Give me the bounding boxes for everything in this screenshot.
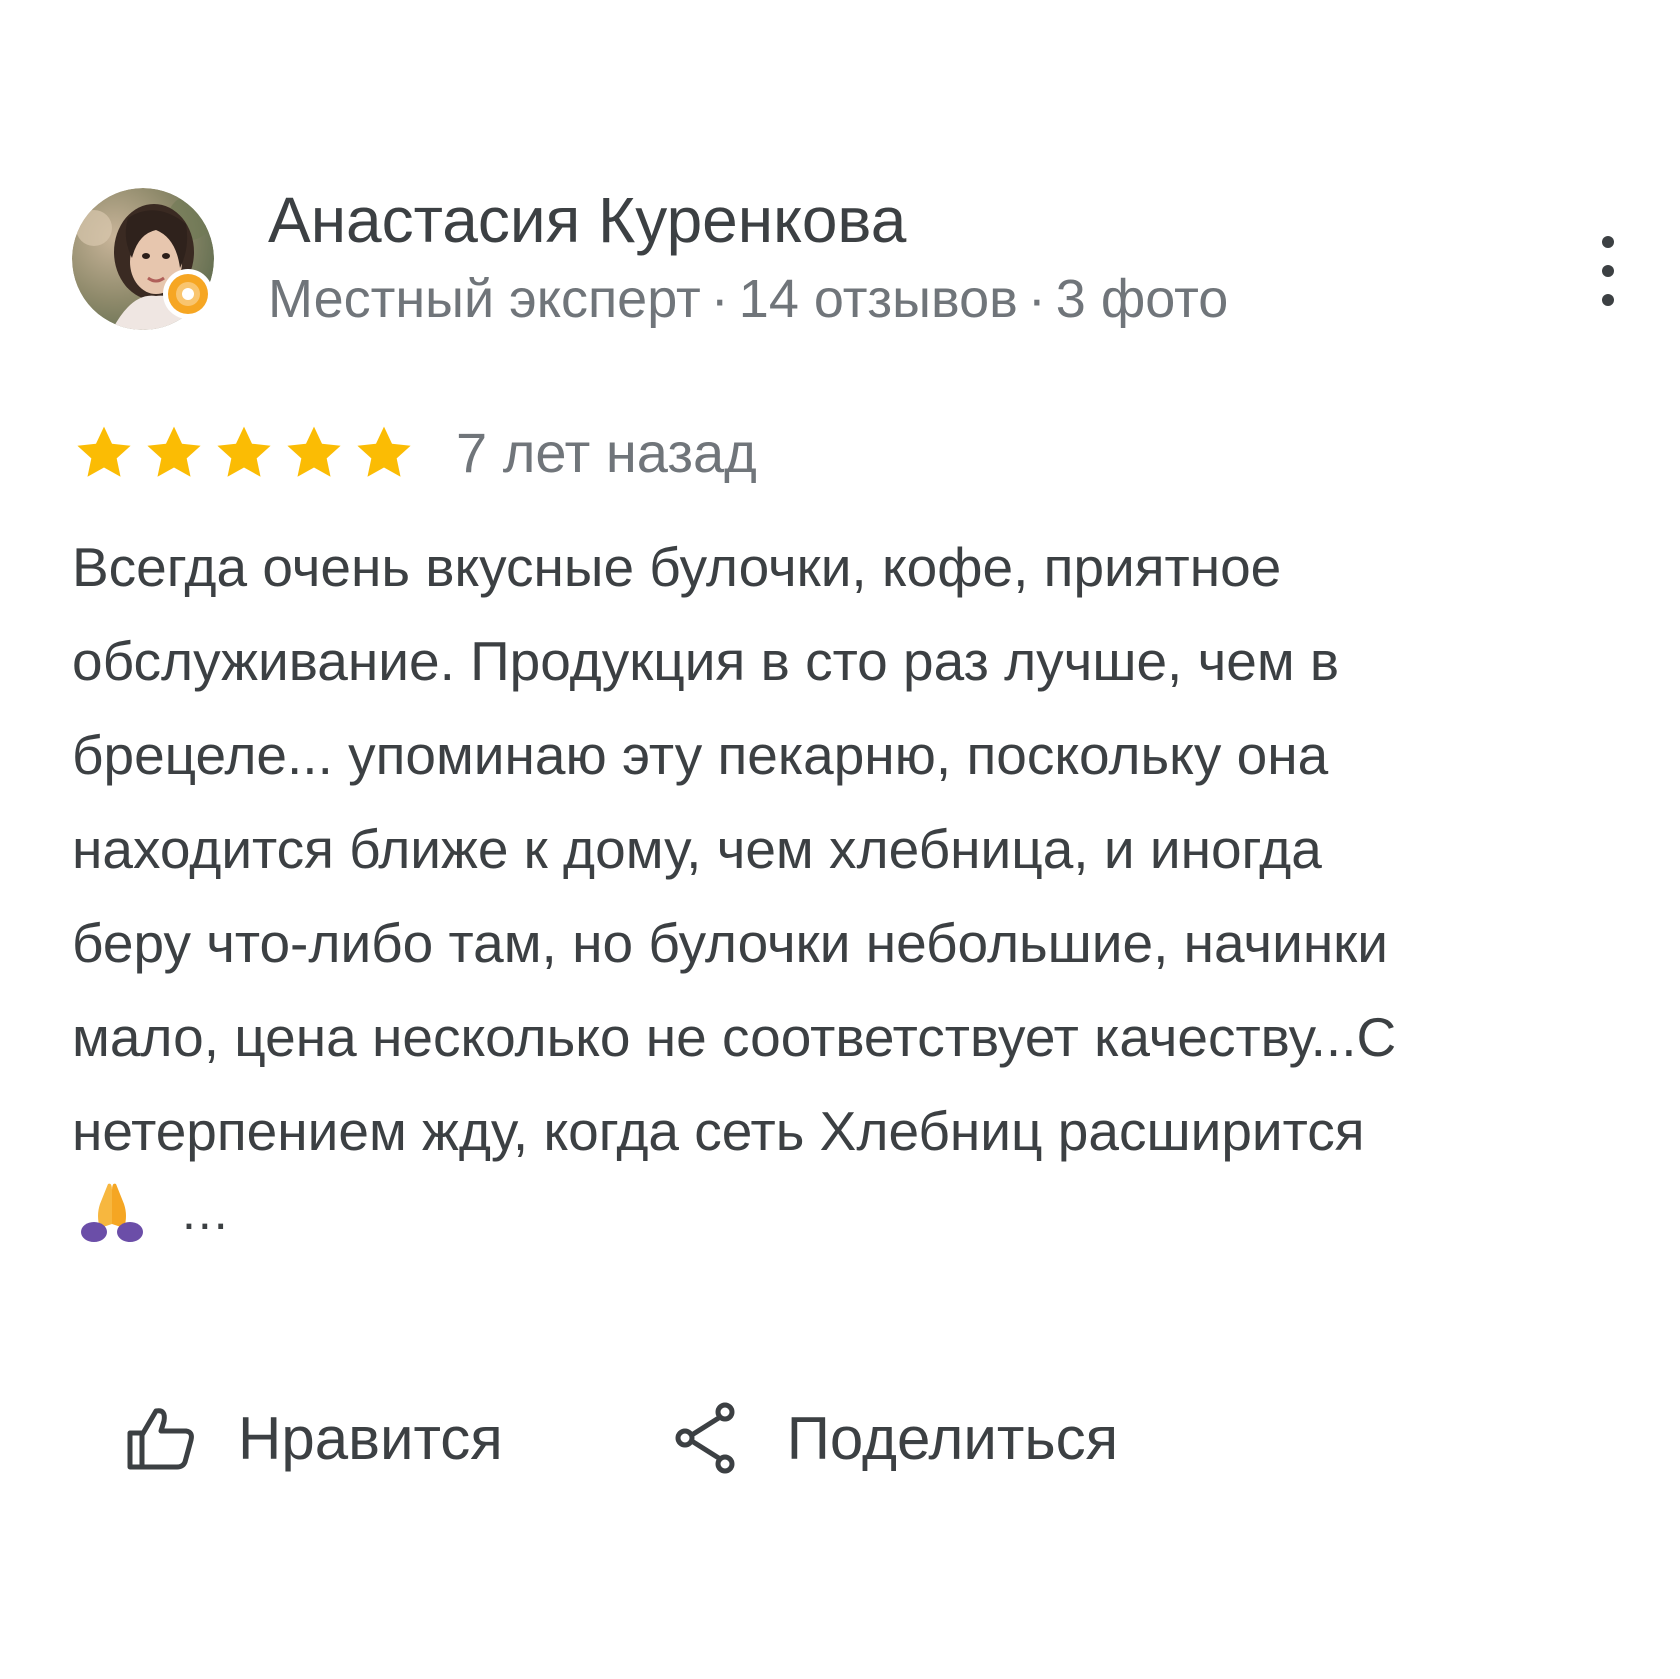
- more-vert-icon-dot: [1602, 265, 1614, 277]
- more-vert-icon-dot: [1602, 294, 1614, 306]
- share-button[interactable]: Поделиться: [673, 1402, 1118, 1474]
- review-text-end: ...: [78, 1172, 230, 1252]
- star-icon: [287, 426, 341, 477]
- star-icon: [147, 426, 201, 477]
- read-more-link[interactable]: ...: [182, 1183, 230, 1241]
- more-options-button[interactable]: [1588, 236, 1628, 306]
- review-date: 7 лет назад: [456, 421, 757, 484]
- local-guide-badge-icon: [163, 269, 213, 319]
- meta-separator: ·: [710, 269, 729, 329]
- like-button[interactable]: Нравится: [126, 1404, 503, 1473]
- author-photos-count: 3 фото: [1055, 269, 1229, 329]
- praying-hands-emoji: [81, 1183, 143, 1242]
- meta-separator: ·: [1027, 269, 1046, 329]
- more-vert-icon: [1602, 236, 1614, 248]
- share-icon: [675, 1402, 735, 1474]
- author-meta: Местный эксперт · 14 отзывов · 3 фото: [268, 264, 1228, 334]
- share-label: Поделиться: [786, 1404, 1119, 1472]
- author-level: Местный эксперт: [268, 269, 701, 329]
- avatar[interactable]: [72, 188, 214, 330]
- thumb-up-icon: [127, 1408, 194, 1470]
- review-actions: Нравится Поделиться: [126, 1398, 1118, 1478]
- review-text: Всегда очень вкусные булочки, кофе, прия…: [72, 536, 1397, 1162]
- like-label: Нравится: [238, 1404, 503, 1472]
- star-icon: [357, 426, 411, 477]
- author-name[interactable]: Анастасия Куренкова: [268, 180, 906, 260]
- rating-row: 7 лет назад: [72, 418, 757, 488]
- author-reviews-count: 14 отзывов: [738, 269, 1018, 329]
- star-icon: [77, 426, 131, 477]
- star-icon: [217, 426, 271, 477]
- review-card: Анастасия Куренкова Местный эксперт · 14 о…: [0, 0, 1680, 1679]
- star-rating: [72, 422, 416, 484]
